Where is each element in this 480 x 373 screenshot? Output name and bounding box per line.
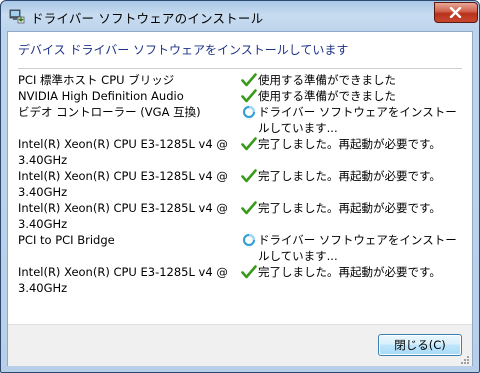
device-status-text: ドライバー ソフトウェアをインストールしています...	[258, 105, 457, 135]
device-status: ドライバー ソフトウェアをインストールしています...	[241, 232, 466, 264]
device-name: Intel(R) Xeon(R) CPU E3-1285L v4 @ 3.40G…	[18, 137, 228, 167]
device-status-text: 完了しました。再起動が必要です。	[258, 201, 441, 215]
device-status: 完了しました。再起動が必要です。	[241, 136, 466, 152]
window-title: ドライバー ソフトウェアのインストール	[31, 11, 264, 26]
device-list: PCI 標準ホスト CPU ブリッジ 使用する準備ができました NVIDIA H…	[8, 32, 472, 332]
resize-grip-icon[interactable]	[460, 355, 470, 365]
check-icon	[241, 89, 257, 103]
close-icon	[449, 7, 462, 18]
dialog-content: デバイス ドライバー ソフトウェアをインストールしています PCI 標準ホスト …	[7, 31, 473, 366]
device-status-text: 完了しました。再起動が必要です。	[258, 265, 441, 279]
device-name: NVIDIA High Definition Audio	[18, 89, 184, 103]
device-status: 完了しました。再起動が必要です。	[241, 264, 466, 280]
device-status-text: ドライバー ソフトウェアをインストールしています...	[258, 233, 457, 263]
dialog-footer: 閉じる(C)	[8, 324, 472, 366]
device-install-icon	[9, 9, 25, 24]
device-name: Intel(R) Xeon(R) CPU E3-1285L v4 @ 3.40G…	[18, 201, 228, 231]
title-bar[interactable]: ドライバー ソフトウェアのインストール	[1, 1, 479, 31]
check-icon	[241, 137, 257, 151]
busy-icon	[242, 233, 256, 247]
driver-install-window: ドライバー ソフトウェアのインストール デバイス ドライバー ソフトウェアをイン…	[0, 0, 480, 373]
check-icon	[241, 73, 257, 87]
device-status: 完了しました。再起動が必要です。	[241, 200, 466, 216]
device-status-text: 使用する準備ができました	[258, 89, 396, 103]
check-icon	[241, 169, 257, 183]
device-status: 完了しました。再起動が必要です。	[241, 168, 466, 184]
device-status-text: 完了しました。再起動が必要です。	[258, 169, 441, 183]
device-status: 使用する準備ができました	[241, 72, 466, 88]
device-status-text: 完了しました。再起動が必要です。	[258, 137, 441, 151]
device-name: PCI 標準ホスト CPU ブリッジ	[18, 73, 175, 87]
device-name: Intel(R) Xeon(R) CPU E3-1285L v4 @ 3.40G…	[18, 169, 228, 199]
busy-icon	[242, 105, 256, 119]
check-icon	[241, 265, 257, 279]
device-status: 使用する準備ができました	[241, 88, 466, 104]
device-name: ビデオ コントローラー (VGA 互換)	[18, 105, 201, 119]
device-name: Intel(R) Xeon(R) CPU E3-1285L v4 @ 3.40G…	[18, 265, 228, 295]
device-status: ドライバー ソフトウェアをインストールしています...	[241, 104, 466, 136]
device-name: PCI to PCI Bridge	[18, 233, 115, 247]
check-icon	[241, 201, 257, 215]
window-close-button[interactable]	[434, 2, 478, 23]
close-dialog-button[interactable]: 閉じる(C)	[378, 334, 462, 356]
device-status-text: 使用する準備ができました	[258, 73, 396, 87]
